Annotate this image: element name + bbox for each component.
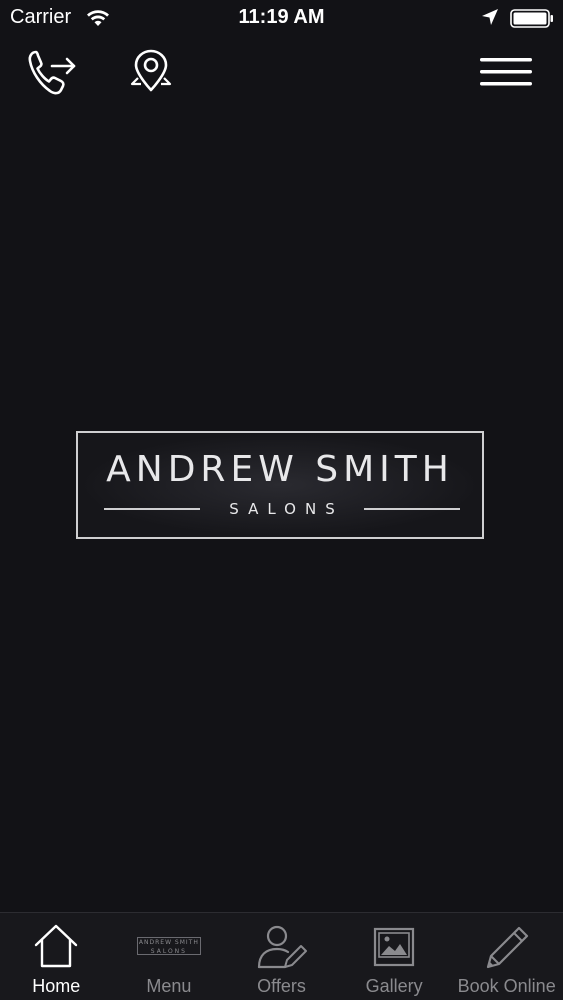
brand-logo: ANDREW SMITH SALONS bbox=[76, 431, 484, 539]
mini-logo-title: ANDREW SMITH bbox=[138, 939, 199, 946]
map-button[interactable] bbox=[128, 48, 174, 94]
tab-menu[interactable]: ANDREW SMITH SALONS Menu bbox=[113, 913, 226, 1000]
phone-forward-icon bbox=[28, 50, 76, 95]
pencil-icon bbox=[486, 926, 528, 969]
hamburger-menu-icon bbox=[480, 58, 532, 86]
tab-gallery-label: Gallery bbox=[365, 976, 423, 996]
picture-icon bbox=[373, 927, 415, 967]
logo-divider-right bbox=[364, 508, 460, 510]
map-pin-icon bbox=[130, 49, 172, 92]
mini-logo-icon: ANDREW SMITH SALONS bbox=[136, 937, 201, 955]
status-bar: Carrier 11:19 AM bbox=[0, 0, 563, 38]
logo-subtitle: SALONS bbox=[229, 500, 344, 518]
status-time: 11:19 AM bbox=[238, 6, 325, 28]
logo-subtitle-row: SALONS bbox=[104, 499, 460, 519]
person-pencil-icon bbox=[258, 925, 308, 969]
logo-divider-left bbox=[104, 508, 200, 510]
tab-menu-label: Menu bbox=[146, 976, 192, 996]
mini-logo-subtitle: SALONS bbox=[150, 948, 187, 955]
app-screen: Carrier 11:19 AM ANDREW SMITH SALONS Hom… bbox=[0, 0, 563, 1000]
battery-icon bbox=[510, 9, 553, 28]
tab-offers[interactable]: Offers bbox=[225, 913, 338, 1000]
call-button[interactable] bbox=[26, 48, 78, 98]
menu-button[interactable] bbox=[478, 56, 534, 88]
location-arrow-icon bbox=[482, 9, 498, 25]
logo-title: ANDREW SMITH bbox=[106, 449, 454, 490]
tab-home-label: Home bbox=[32, 976, 81, 996]
tab-offers-label: Offers bbox=[257, 976, 306, 996]
tab-book-online[interactable]: Book Online bbox=[450, 913, 563, 1000]
tab-bar: Home ANDREW SMITH SALONS Menu Offers Gal… bbox=[0, 912, 563, 1000]
tab-gallery[interactable]: Gallery bbox=[338, 913, 451, 1000]
tab-book-online-label: Book Online bbox=[457, 976, 556, 996]
house-icon bbox=[35, 924, 78, 968]
tab-home[interactable]: Home bbox=[0, 913, 113, 1000]
